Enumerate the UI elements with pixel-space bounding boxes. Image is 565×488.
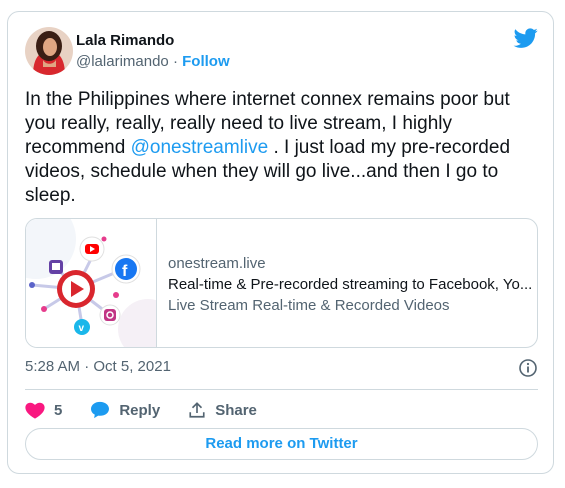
link-preview-image: f v bbox=[26, 219, 178, 347]
reply-button[interactable]: Reply bbox=[90, 401, 160, 419]
author-handle[interactable]: @lalarimando bbox=[76, 53, 169, 70]
read-more-button[interactable]: Read more on Twitter bbox=[25, 428, 538, 460]
link-description: Live Stream Real-time & Recorded Videos bbox=[168, 297, 450, 314]
svg-text:f: f bbox=[122, 263, 128, 280]
follow-button[interactable]: Follow bbox=[182, 53, 230, 70]
tweet-text: In the Philippines where internet connex… bbox=[25, 88, 540, 208]
link-title: Real-time & Pre-recorded streaming to Fa… bbox=[168, 276, 533, 293]
link-preview-text: onestream.live Real-time & Pre-recorded … bbox=[168, 253, 533, 316]
link-preview-card[interactable]: f v onestream.live Real-time & Pre-recor… bbox=[25, 218, 538, 348]
twitter-bird-icon[interactable] bbox=[513, 26, 539, 50]
like-count: 5 bbox=[54, 401, 63, 419]
author-name[interactable]: Lala Rimando bbox=[76, 32, 174, 49]
link-domain: onestream.live bbox=[168, 255, 266, 272]
mention-link[interactable]: @onestreamlive bbox=[131, 137, 269, 158]
author-handle-row: @lalarimando · Follow bbox=[76, 53, 230, 70]
share-icon bbox=[189, 402, 205, 418]
share-button[interactable]: Share bbox=[188, 401, 257, 419]
reply-bubble-icon bbox=[91, 401, 110, 419]
heart-icon bbox=[25, 402, 45, 419]
svg-text:v: v bbox=[79, 323, 85, 334]
handle-separator: · bbox=[172, 53, 178, 70]
tweet-card: Lala Rimando @lalarimando · Follow In th… bbox=[7, 11, 554, 474]
share-label: Share bbox=[215, 401, 257, 419]
like-button[interactable]: 5 bbox=[25, 401, 62, 419]
divider bbox=[25, 389, 538, 390]
timestamp-row: 5:28 AM · Oct 5, 2021 bbox=[25, 358, 538, 378]
avatar[interactable] bbox=[25, 27, 73, 75]
reply-label: Reply bbox=[119, 401, 161, 419]
info-icon[interactable] bbox=[518, 358, 538, 378]
tweet-timestamp[interactable]: 5:28 AM · Oct 5, 2021 bbox=[25, 358, 171, 375]
action-bar: 5 Reply Share bbox=[25, 398, 285, 422]
